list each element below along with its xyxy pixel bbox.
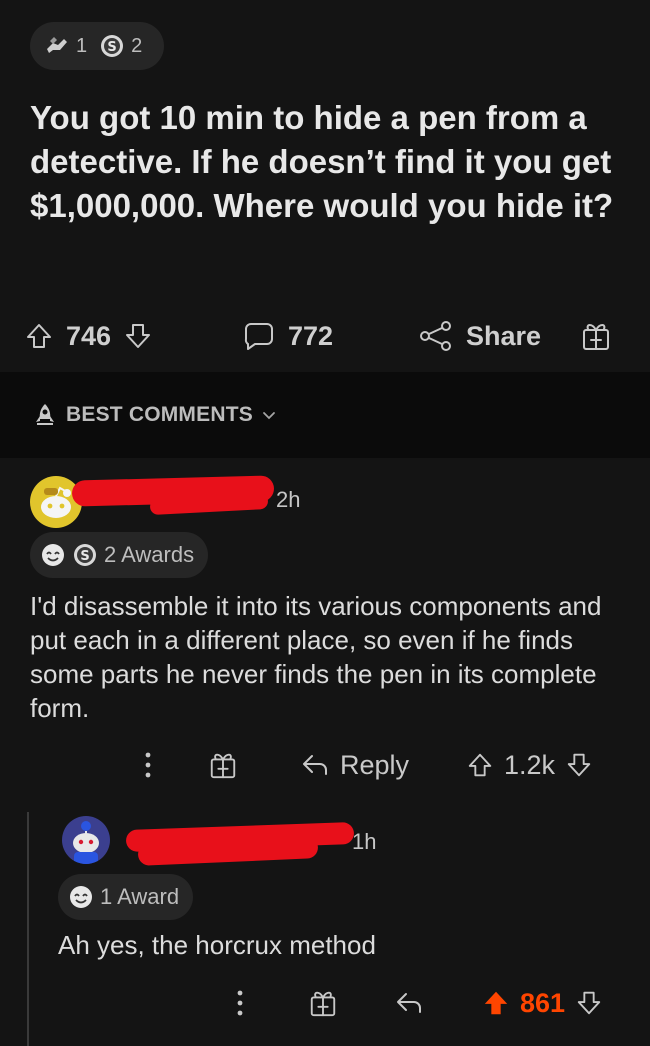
post-vote-group: 746	[24, 321, 242, 352]
post-awards[interactable]: 1 S 2	[30, 22, 165, 70]
upvote-icon[interactable]	[24, 321, 54, 351]
comment-timestamp: 1h	[352, 829, 377, 854]
gift-icon	[580, 320, 612, 352]
comment-body: Ah yes, the horcrux method	[58, 930, 376, 960]
share-button[interactable]: Share	[418, 319, 580, 353]
share-label: Share	[466, 320, 542, 351]
comment-awards[interactable]: S 2 Awards	[30, 532, 209, 578]
gift-icon[interactable]	[308, 988, 394, 1018]
reply-icon	[300, 752, 330, 778]
downvote-icon[interactable]	[565, 751, 593, 779]
reply-button[interactable]: Reply	[300, 750, 466, 781]
wholesome-award-icon	[68, 884, 94, 910]
comment-count: 772	[288, 320, 334, 351]
comments-button[interactable]: 772	[242, 319, 418, 353]
comment-bubble-icon	[242, 319, 276, 353]
comment-vote-group: 861	[482, 988, 603, 1019]
svg-text:S: S	[80, 549, 89, 564]
comment-timestamp: 2h	[276, 487, 301, 512]
comment-vote-count: 1.2k	[504, 749, 556, 780]
comment-actions: Reply 1.2k	[138, 744, 628, 786]
sort-bar[interactable]: BEST COMMENTS	[0, 372, 650, 458]
awards-label: 2 Awards	[104, 542, 195, 567]
award-item: 1	[44, 33, 87, 59]
share-icon	[418, 319, 454, 353]
comment-actions: 861	[230, 982, 630, 1024]
gift-icon[interactable]	[208, 750, 300, 780]
sort-label: BEST COMMENTS	[66, 403, 253, 426]
rocket-icon	[32, 402, 58, 428]
reply-label: Reply	[340, 749, 410, 780]
award-count: 2	[131, 34, 143, 57]
give-award-button[interactable]	[580, 320, 612, 352]
svg-text:S: S	[107, 40, 116, 55]
post-title: You got 10 min to hide a pen from a dete…	[30, 99, 614, 224]
downvote-icon[interactable]	[575, 989, 603, 1017]
post-actions: 746 772 Share	[24, 310, 634, 362]
chevron-down-icon	[261, 407, 277, 423]
silver-award-icon: S	[72, 542, 98, 568]
more-options-icon[interactable]	[230, 988, 308, 1018]
awards-label: 1 Award	[100, 884, 180, 909]
post-vote-count: 746	[66, 320, 112, 351]
wholesome-award-icon	[40, 542, 66, 568]
award-count: 1	[76, 34, 88, 57]
comment-awards[interactable]: 1 Award	[58, 874, 194, 920]
award-item: S 2	[99, 33, 142, 59]
downvote-icon[interactable]	[123, 321, 153, 351]
sort-selector[interactable]: BEST COMMENTS	[32, 402, 277, 428]
upvote-icon[interactable]	[466, 751, 494, 779]
comment-body: I'd disassemble it into its various comp…	[30, 591, 602, 723]
post: 1 S 2 You got 10 min to hide a pen from …	[0, 0, 650, 372]
comment-vote-count: 861	[520, 987, 566, 1018]
upvote-icon-active[interactable]	[482, 989, 510, 1017]
thread-line[interactable]	[27, 812, 29, 1046]
avatar[interactable]	[62, 816, 110, 864]
comment-vote-group: 1.2k	[466, 750, 593, 781]
helping-hand-award-icon	[44, 33, 70, 59]
more-options-icon[interactable]	[138, 750, 208, 780]
reply-icon[interactable]	[394, 990, 482, 1016]
silver-award-icon: S	[99, 33, 125, 59]
